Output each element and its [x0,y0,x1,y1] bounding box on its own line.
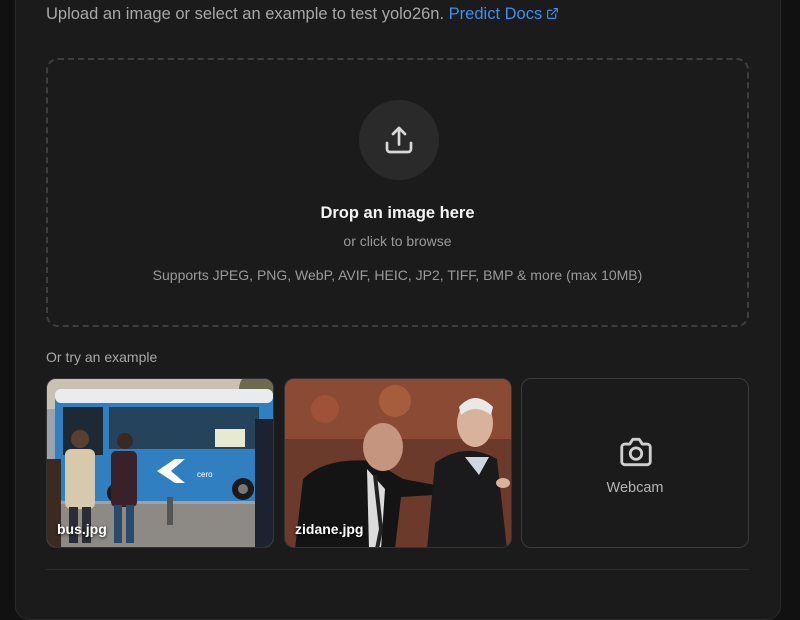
camera-icon [620,437,652,467]
supported-formats: Supports JPEG, PNG, WebP, AVIF, HEIC, JP… [152,267,643,283]
dropzone-subtitle: or click to browse [343,233,452,249]
svg-text:cero: cero [197,470,213,479]
example-card-zidane[interactable]: zidane.jpg [284,378,512,548]
image-dropzone[interactable]: Drop an image here or click to browse Su… [46,58,749,327]
bus-caption: bus.jpg [57,521,107,537]
examples-label: Or try an example [46,349,158,365]
section-divider [46,569,749,570]
intro-text: Upload an image or select an example to … [46,5,559,24]
upload-icon-circle [359,100,439,180]
webcam-label: Webcam [606,480,664,496]
predict-docs-link[interactable]: Predict Docs [449,5,560,23]
intro-label: Upload an image or select an example to … [46,5,445,23]
predict-docs-label: Predict Docs [448,5,543,23]
example-card-bus[interactable]: cero bus.jpg [46,378,274,548]
upload-icon [385,126,413,154]
external-link-icon [547,8,559,19]
zidane-caption: zidane.jpg [295,521,364,537]
webcam-button[interactable]: Webcam [521,378,749,548]
dropzone-title: Drop an image here [320,204,475,222]
